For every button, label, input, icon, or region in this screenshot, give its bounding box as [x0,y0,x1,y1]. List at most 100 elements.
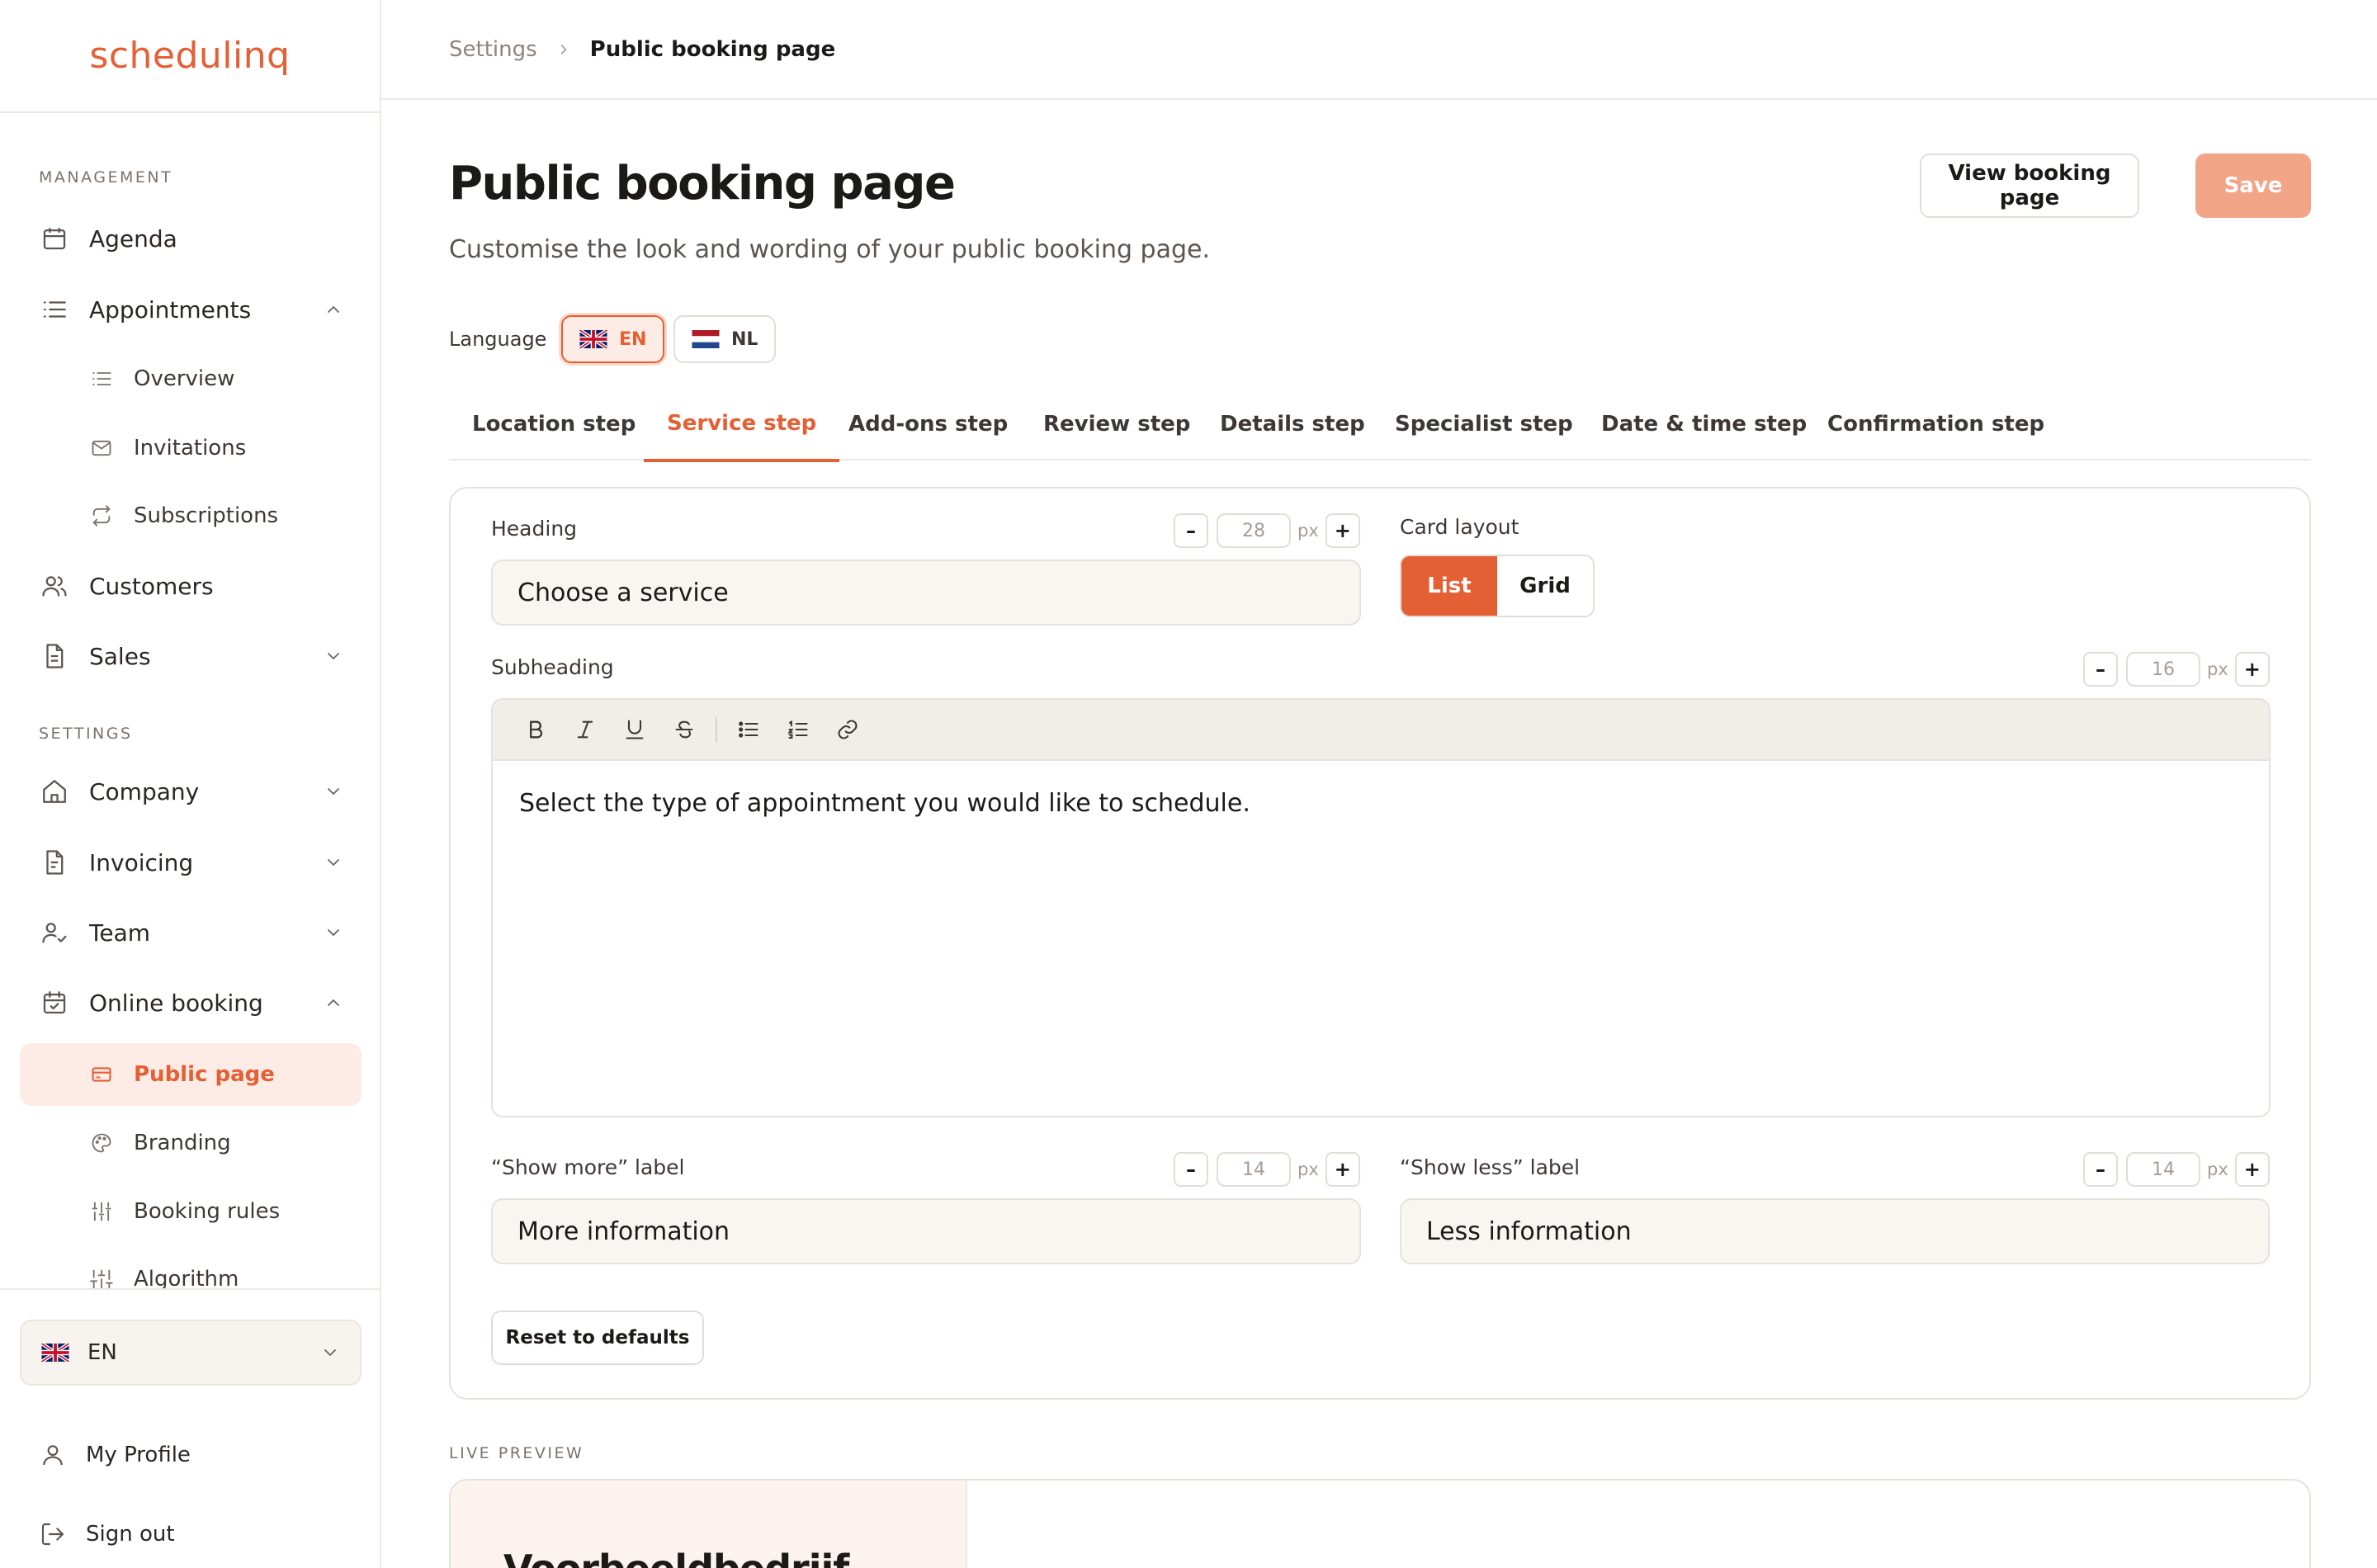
language-label: Language [449,328,547,351]
sidebar-item-agenda[interactable]: Agenda [20,207,362,270]
card-layout-grid-option[interactable]: Grid [1497,556,1593,616]
show-more-size-decrease-button[interactable]: – [1174,1152,1208,1187]
tab-date-time-step[interactable]: Date & time step [1578,388,1830,460]
show-less-size-increase-button[interactable]: + [2234,1152,2270,1187]
language-select-value: EN [87,1340,117,1365]
language-select[interactable]: EN [20,1320,362,1386]
chevron-down-icon [320,1343,340,1363]
tab-location-step[interactable]: Location step [449,388,659,460]
chevron-down-icon [324,923,343,942]
tab-review-step[interactable]: Review step [1020,388,1213,460]
sidebar-item-customers[interactable]: Customers [20,555,362,617]
list-icon [38,295,71,324]
link-icon[interactable] [823,705,872,754]
nl-flag-icon [692,330,720,348]
show-less-size-input[interactable]: 14 [2126,1152,2200,1187]
sidebar-item-appointments[interactable]: Appointments [20,278,362,341]
tab-add-ons-step[interactable]: Add-ons step [825,388,1031,460]
subheading-size-unit: px [2207,659,2228,679]
italic-icon[interactable] [560,705,610,754]
sidebar-item-label: Team [89,919,151,947]
repeat-icon [87,504,116,527]
breadcrumb-settings[interactable]: Settings [449,37,537,62]
show-more-size-increase-button[interactable]: + [1325,1152,1360,1187]
show-less-size-unit: px [2207,1159,2228,1179]
reset-to-defaults-button[interactable]: Reset to defaults [491,1311,704,1365]
save-button[interactable]: Save [2195,153,2311,218]
sidebar-item-label: Agenda [89,224,177,253]
sliders-horizontal-icon [87,1268,116,1288]
sidebar-item-company[interactable]: Company [20,760,362,823]
breadcrumb-current: Public booking page [589,36,836,62]
sidebar-item-subscriptions[interactable]: Subscriptions [20,484,362,547]
logo[interactable]: schedulinq [89,35,290,77]
heading-input[interactable]: Choose a service [491,560,1361,626]
numbered-list-icon[interactable] [773,705,823,754]
card-layout-list-option[interactable]: List [1401,556,1497,616]
sidebar-item-label: Company [89,777,200,805]
sign-out-label: Sign out [86,1522,175,1547]
subheading-rich-text-editor: Select the type of appointment you would… [491,698,2271,1117]
user-check-icon [38,919,71,947]
subheading-size-decrease-button[interactable]: – [2083,652,2118,687]
tab-service-step[interactable]: Service step [644,388,840,462]
section-label-settings: SETTINGS [39,725,133,743]
preview-company-panel: Voorbeeldbedrijf [451,1481,967,1568]
logout-icon [36,1521,69,1547]
sidebar-item-online-booking[interactable]: Online booking [20,971,362,1034]
sign-out-link[interactable]: Sign out [20,1509,362,1559]
show-more-size-input[interactable]: 14 [1217,1152,1291,1187]
calendar-check-icon [38,989,71,1017]
bullet-list-icon[interactable] [724,705,773,754]
subheading-size-input[interactable]: 16 [2126,652,2200,687]
show-more-size-unit: px [1297,1159,1319,1179]
tab-specialist-step[interactable]: Specialist step [1372,388,1596,460]
calendar-icon [38,224,71,253]
my-profile-link[interactable]: My Profile [20,1430,362,1480]
sidebar-item-booking-rules[interactable]: Booking rules [20,1180,362,1243]
heading-size-decrease-button[interactable]: – [1174,513,1208,548]
subheading-editor-content[interactable]: Select the type of appointment you would… [493,761,2269,846]
palette-icon [87,1131,116,1155]
heading-size-input[interactable]: 28 [1217,513,1291,548]
strikethrough-icon[interactable] [659,705,709,754]
service-step-settings-card: Heading – 28 px + Choose a service Card … [449,487,2311,1400]
sidebar-item-invitations[interactable]: Invitations [20,417,362,479]
uk-flag-icon [41,1344,69,1362]
sidebar-item-algorithm[interactable]: Algorithm [20,1248,362,1288]
sidebar-item-overview[interactable]: Overview [20,347,362,410]
my-profile-label: My Profile [86,1443,191,1467]
sidebar-item-label: Invoicing [89,848,194,876]
editor-toolbar [493,700,2269,761]
show-less-input[interactable]: Less information [1400,1198,2270,1264]
show-less-size-control: – 14 px + [2083,1152,2270,1187]
sidebar-item-public-page[interactable]: Public page [20,1043,362,1106]
subheading-size-control: – 16 px + [2083,652,2270,687]
view-booking-page-button[interactable]: View booking page [1920,153,2139,218]
show-less-label: “Show less” label [1400,1155,1581,1179]
card-layout-toggle: List Grid [1400,555,1595,617]
live-preview-frame: Voorbeeldbedrijf [449,1479,2311,1568]
show-less-size-decrease-button[interactable]: – [2083,1152,2118,1187]
sliders-icon [87,1200,116,1223]
sidebar-item-team[interactable]: Team [20,901,362,964]
language-option-en[interactable]: EN [561,315,665,363]
sidebar-item-branding[interactable]: Branding [20,1112,362,1174]
language-option-nl[interactable]: NL [673,315,777,363]
tab-confirmation-step[interactable]: Confirmation step [1804,388,2067,460]
chevron-down-icon [324,782,343,801]
sidebar-item-label: Subscriptions [134,503,279,528]
sidebar-item-sales[interactable]: Sales [20,625,362,687]
sidebar-footer: EN My Profile Sign out [0,1288,380,1568]
tab-details-step[interactable]: Details step [1197,388,1388,460]
sidebar-item-invoicing[interactable]: Invoicing [20,831,362,894]
list-icon [87,367,116,390]
subheading-size-increase-button[interactable]: + [2234,652,2270,687]
home-icon [38,777,71,805]
bold-icon[interactable] [511,705,560,754]
heading-size-increase-button[interactable]: + [1325,513,1360,548]
sidebar-item-label: Public page [134,1062,275,1087]
underline-icon[interactable] [610,705,659,754]
show-more-input[interactable]: More information [491,1198,1361,1264]
logo-area: schedulinq [0,0,380,113]
